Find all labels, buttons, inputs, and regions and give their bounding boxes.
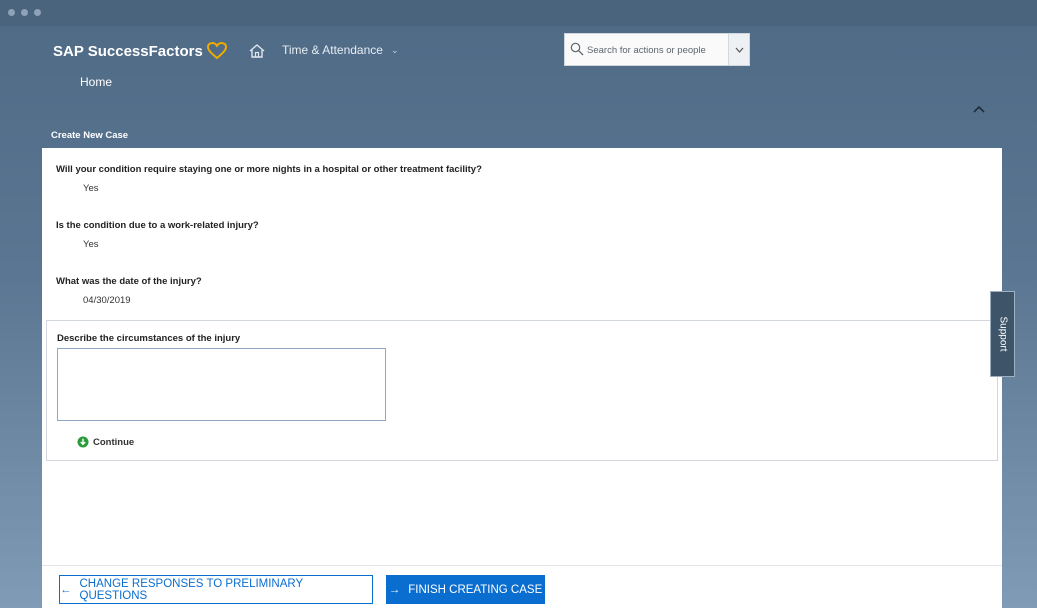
answer-hospital-stay: Yes bbox=[83, 183, 99, 194]
finish-creating-case-label: FINISH CREATING CASE bbox=[408, 583, 543, 596]
arrow-left-icon: ← bbox=[60, 583, 72, 596]
question-work-related: Is the condition due to a work-related i… bbox=[56, 220, 259, 231]
window-minimize-dot[interactable] bbox=[21, 9, 28, 16]
app-logo[interactable]: SAP SuccessFactors bbox=[53, 42, 227, 60]
injury-description-label: Describe the circumstances of the injury bbox=[57, 333, 241, 344]
arrow-right-icon: → bbox=[388, 583, 401, 596]
search-dropdown-button[interactable] bbox=[728, 34, 749, 65]
answer-injury-date: 04/30/2019 bbox=[83, 295, 131, 306]
finish-creating-case-button[interactable]: → FINISH CREATING CASE bbox=[386, 575, 545, 604]
support-label: Support bbox=[997, 316, 1008, 352]
change-responses-button[interactable]: ← CHANGE RESPONSES TO PRELIMINARY QUESTI… bbox=[59, 575, 373, 604]
chevron-down-icon bbox=[735, 47, 743, 53]
chevron-down-icon: ⌄ bbox=[390, 44, 399, 55]
injury-description-section: Describe the circumstances of the injury… bbox=[46, 320, 998, 461]
window-titlebar bbox=[0, 0, 1037, 26]
case-form-panel: Will your condition require staying one … bbox=[42, 148, 1002, 608]
shell-header: SAP SuccessFactors Time & Attendance ⌄ H… bbox=[32, 30, 1004, 100]
collapse-header-icon[interactable] bbox=[972, 104, 986, 114]
home-breadcrumb[interactable]: Home bbox=[80, 75, 112, 89]
page-title: Create New Case bbox=[51, 130, 129, 141]
search-icon bbox=[570, 42, 584, 56]
footer-divider bbox=[42, 565, 1002, 566]
continue-button[interactable]: Continue bbox=[77, 436, 134, 448]
continue-arrow-icon bbox=[77, 436, 89, 448]
search-field[interactable]: Search for actions or people bbox=[564, 33, 750, 66]
question-injury-date: What was the date of the injury? bbox=[56, 276, 202, 287]
logo-text: SAP SuccessFactors bbox=[53, 42, 203, 60]
heart-icon bbox=[206, 42, 227, 60]
continue-label: Continue bbox=[93, 436, 135, 448]
home-icon[interactable] bbox=[248, 43, 266, 59]
window-close-dot[interactable] bbox=[8, 9, 15, 16]
window-maximize-dot[interactable] bbox=[34, 9, 41, 16]
injury-description-textarea[interactable] bbox=[57, 348, 386, 421]
question-hospital-stay: Will your condition require staying one … bbox=[56, 164, 482, 175]
support-tab[interactable]: Support bbox=[990, 291, 1015, 377]
module-label: Time & Attendance bbox=[282, 43, 383, 57]
module-switcher[interactable]: Time & Attendance ⌄ bbox=[282, 43, 399, 57]
answer-work-related: Yes bbox=[83, 239, 99, 250]
search-placeholder: Search for actions or people bbox=[587, 45, 706, 56]
change-responses-label: CHANGE RESPONSES TO PRELIMINARY QUESTION… bbox=[79, 577, 303, 602]
